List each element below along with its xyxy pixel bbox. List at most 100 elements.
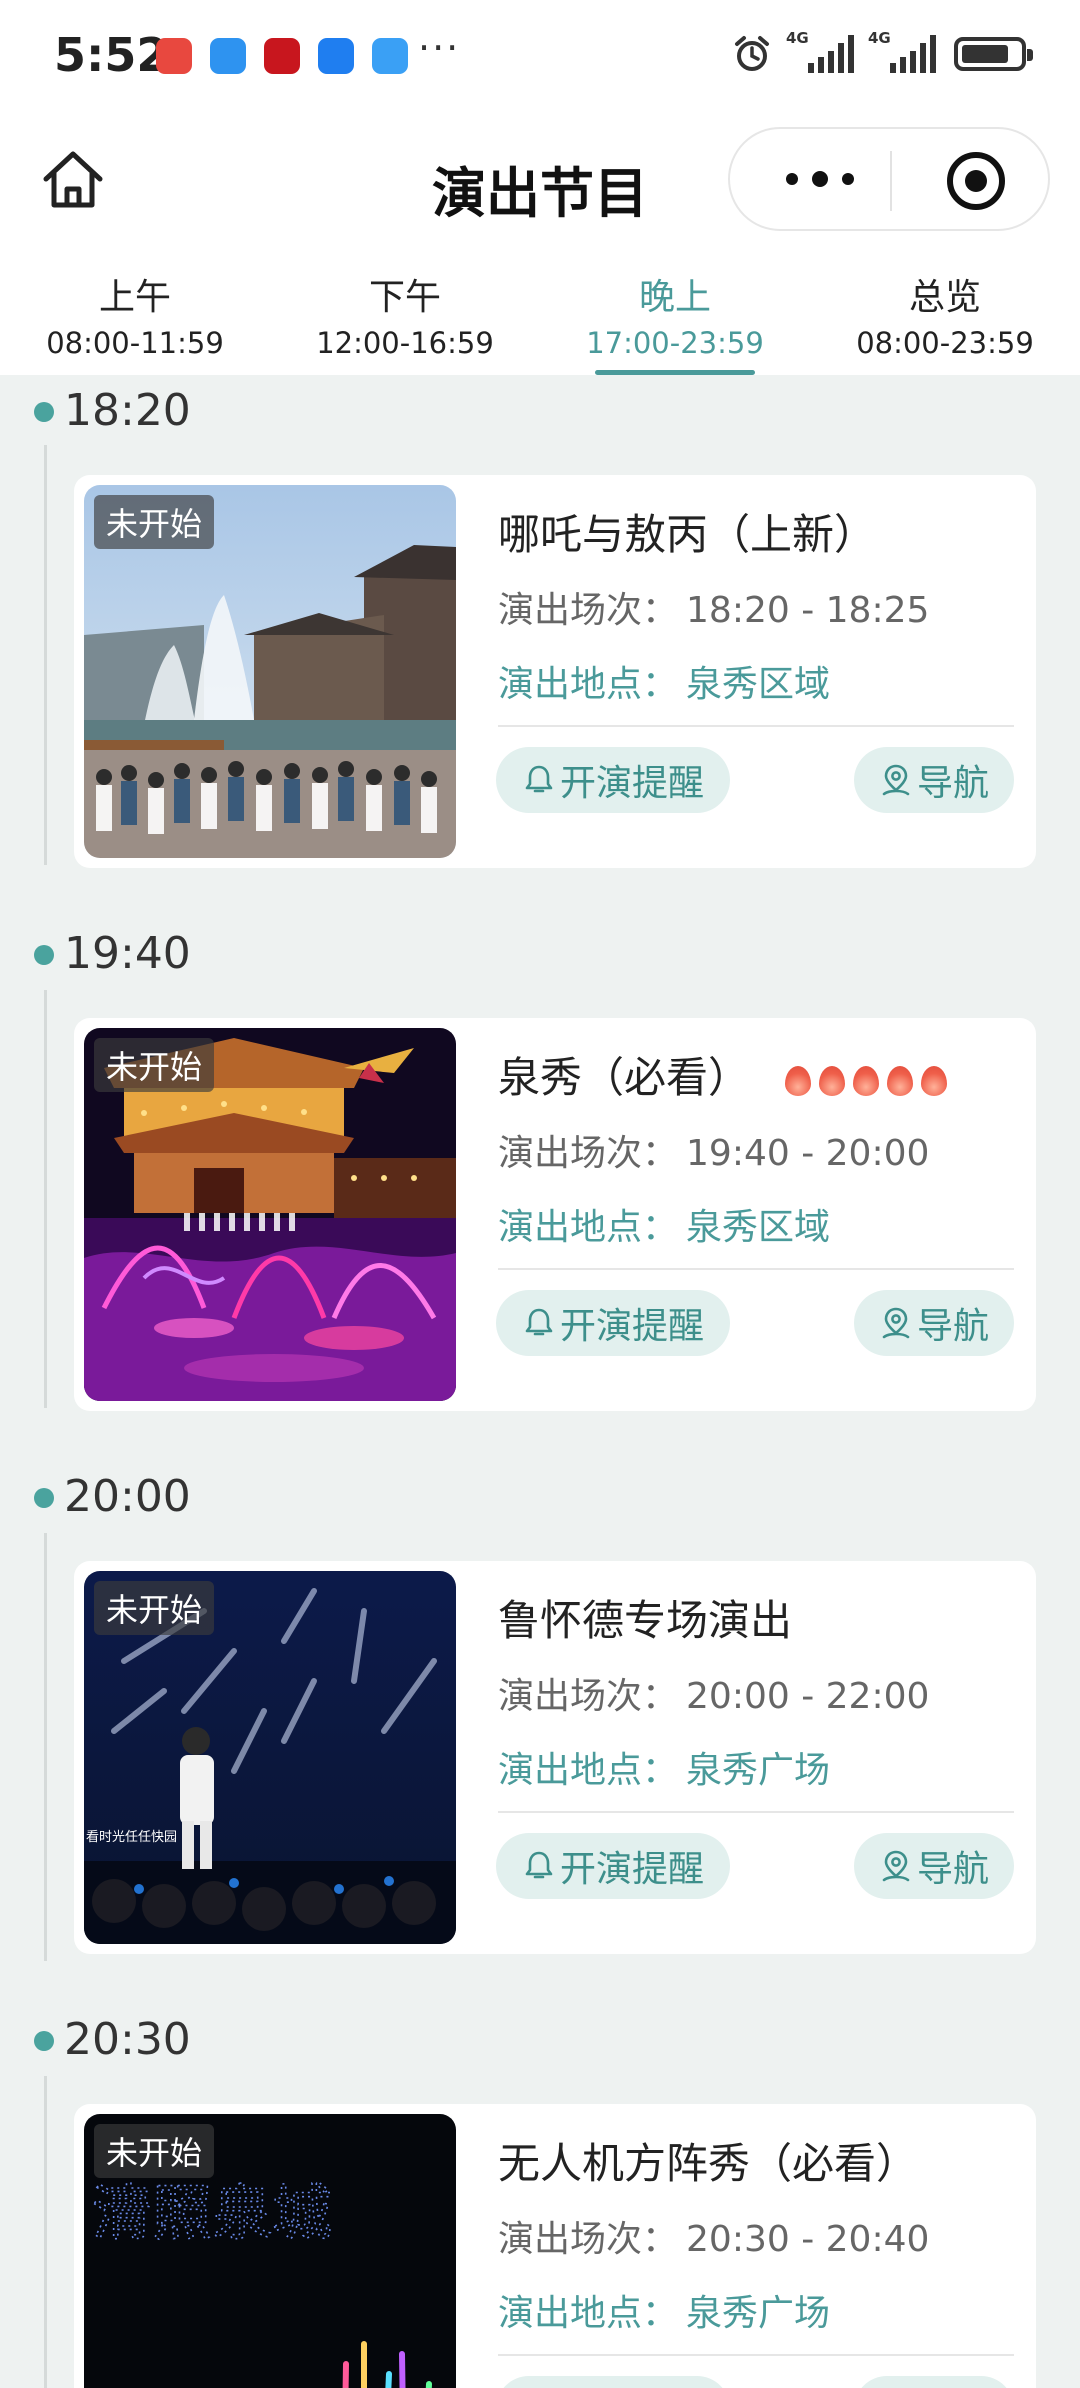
tab-morning[interactable]: 上午 08:00-11:59 [0, 250, 270, 375]
tab-evening[interactable]: 晚上 17:00-23:59 [540, 250, 810, 375]
event-title-text: 泉秀（必看） [498, 1053, 751, 1102]
flame-icon [853, 1065, 880, 1096]
event-thumbnail: 清照泉城 未开始 [84, 2114, 456, 2388]
signal-icon: 4G [786, 29, 854, 73]
event-card[interactable]: 清照泉城 未开始 无人机方阵秀（必看） 演出场次： 20:30 - 20:40 演… [74, 2104, 1036, 2388]
remind-label: 开演提醒 [559, 1849, 704, 1890]
session-label: 演出场次： [498, 2219, 679, 2260]
navigate-label: 导航 [916, 1849, 989, 1890]
flame-icon [819, 1065, 846, 1096]
status-time: 5:52 [54, 28, 169, 82]
event-title: 鲁怀德专场演出 [498, 1596, 793, 1645]
place-value: 泉秀区域 [686, 664, 831, 705]
remind-label: 开演提醒 [560, 2383, 704, 2388]
place-label: 演出地点： [498, 1750, 679, 1791]
flame-icon [785, 1065, 812, 1096]
event-card[interactable]: 未开始 哪吒与敖丙（上新） 演出场次： 18:20 - 18:25 演出地点： 泉秀… [74, 475, 1036, 868]
miniprogram-capsule [728, 127, 1050, 231]
huawei-app-icon [156, 38, 192, 74]
bell-icon [525, 1851, 553, 1879]
location-icon [882, 1850, 910, 1882]
event-thumbnail: 未开始 [84, 1028, 456, 1401]
more-menu-icon[interactable] [780, 159, 860, 199]
cloud-app-icon [372, 38, 408, 74]
status-bar: 5:52 ··· 4G 4G [0, 0, 1080, 115]
timeline-dot [34, 945, 54, 965]
notification-icons [156, 38, 408, 74]
session-value: 19:40 - 20:00 [686, 1133, 930, 1174]
status-badge: 未开始 [94, 495, 215, 549]
flame-icon [921, 1065, 948, 1096]
session-value: 20:30 - 20:40 [686, 2219, 930, 2260]
card-divider [498, 725, 1014, 727]
place-value: 泉秀广场 [686, 2293, 831, 2334]
remind-label: 开演提醒 [559, 1306, 704, 1347]
bell-icon [525, 765, 553, 793]
place-label: 演出地点： [498, 2293, 679, 2334]
navigate-button[interactable]: 导航 [854, 747, 1014, 813]
remind-button[interactable]: 开演提醒 [496, 2376, 730, 2388]
card-divider [498, 1811, 1014, 1813]
timeline-line [44, 990, 47, 1408]
event-place: 演出地点： 泉秀广场 [498, 1741, 830, 1793]
timeline-line [44, 445, 47, 865]
event-card[interactable]: 看时光任任快园 未开始 鲁怀德专场演出 演出场次： 20:00 - 22:00 演… [74, 1561, 1036, 1954]
hot-rating [785, 1065, 948, 1096]
capsule-divider [890, 151, 892, 211]
image-caption: 看时光任任快园 [86, 1829, 177, 1845]
event-title: 哪吒与敖丙（上新） [498, 510, 877, 559]
location-icon [882, 764, 910, 796]
timeline-dot [34, 402, 54, 422]
event-session: 演出场次： 20:30 - 20:40 [498, 2210, 929, 2262]
drone-formation-text: 清照泉城 [92, 2179, 332, 2249]
event-title: 无人机方阵秀（必看） [498, 2139, 919, 2188]
event-card[interactable]: 未开始 泉秀（必看） 演出场次： 19:40 - 20:00 演出地点： 泉秀区域 … [74, 1018, 1036, 1411]
session-value: 18:20 - 18:25 [686, 590, 930, 631]
event-session: 演出场次： 18:20 - 18:25 [498, 581, 929, 633]
event-thumbnail: 看时光任任快园 未开始 [84, 1571, 456, 1944]
tab-label: 总览 [908, 277, 981, 318]
event-place: 演出地点： 泉秀区域 [498, 655, 830, 707]
place-label: 演出地点： [498, 664, 679, 705]
navigate-label: 导航 [916, 1306, 989, 1347]
navigate-label: 导航 [916, 763, 989, 804]
message-app-icon [210, 38, 246, 74]
feishu-app-icon [318, 38, 354, 74]
navigate-label: 导航 [917, 2383, 989, 2388]
navigate-button[interactable]: 导航 [854, 1833, 1014, 1899]
status-right: 4G 4G [732, 29, 1033, 74]
place-value: 泉秀广场 [686, 1750, 831, 1791]
timeline-dot [34, 1488, 54, 1508]
event-session: 演出场次： 20:00 - 22:00 [498, 1667, 929, 1719]
session-value: 20:00 - 22:00 [686, 1676, 930, 1717]
tab-range: 12:00-16:59 [316, 326, 494, 360]
event-time: 19:40 [64, 928, 191, 979]
event-session: 演出场次： 19:40 - 20:00 [498, 1124, 929, 1176]
tab-label: 上午 [98, 277, 171, 318]
timeline-list[interactable]: 18:20 未开始 哪吒与敖丙（上新） 演出场次： 18:20 - 18:25 … [0, 375, 1080, 2388]
close-miniprogram-icon[interactable] [944, 149, 1008, 213]
navigate-button[interactable]: 导航 [854, 2376, 1014, 2388]
status-badge: 未开始 [94, 2124, 215, 2178]
timeline-line [44, 2076, 47, 2388]
battery-icon [954, 37, 1033, 71]
remind-label: 开演提醒 [559, 763, 704, 804]
session-label: 演出场次： [498, 1133, 679, 1174]
tab-overview[interactable]: 总览 08:00-23:59 [810, 250, 1080, 375]
study-app-icon [264, 38, 300, 74]
remind-button[interactable]: 开演提醒 [496, 747, 730, 813]
tab-label: 下午 [368, 277, 441, 318]
bell-icon [525, 1308, 553, 1336]
alarm-icon [735, 36, 769, 71]
remind-button[interactable]: 开演提醒 [496, 1833, 730, 1899]
more-notifications-icon: ··· [418, 26, 461, 70]
navigate-button[interactable]: 导航 [854, 1290, 1014, 1356]
session-label: 演出场次： [498, 1676, 679, 1717]
event-time: 18:20 [64, 385, 191, 436]
card-divider [498, 1268, 1014, 1270]
signal-icon-2: 4G [868, 29, 936, 73]
remind-button[interactable]: 开演提醒 [496, 1290, 730, 1356]
tab-afternoon[interactable]: 下午 12:00-16:59 [270, 250, 540, 375]
place-value: 泉秀区域 [686, 1207, 831, 1248]
timeline-line [44, 1533, 47, 1961]
